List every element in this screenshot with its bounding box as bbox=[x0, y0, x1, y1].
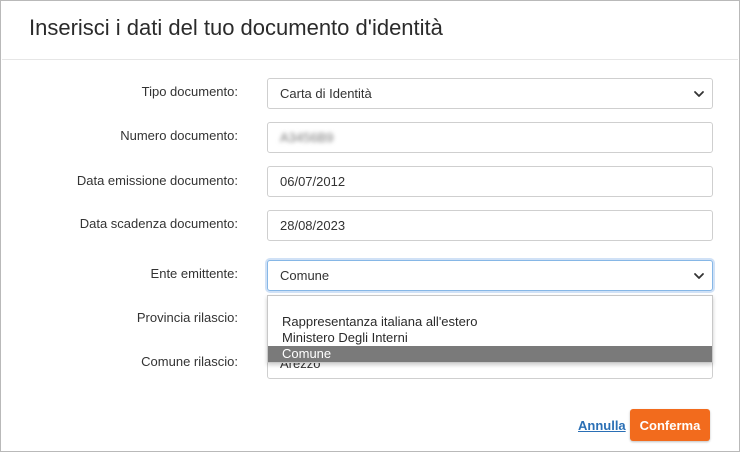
chevron-down-icon bbox=[693, 88, 705, 100]
tipo-documento-select[interactable]: Carta di Identità bbox=[267, 78, 713, 109]
data-emissione-value: 06/07/2012 bbox=[280, 174, 346, 189]
title-divider bbox=[2, 59, 738, 60]
dropdown-option-comune[interactable]: Comune bbox=[268, 346, 712, 362]
chevron-down-icon bbox=[693, 270, 705, 282]
numero-documento-input[interactable]: A3456B9 bbox=[267, 122, 713, 153]
ente-emittente-select[interactable]: Comune bbox=[267, 260, 713, 291]
dialog-title: Inserisci i dati del tuo documento d'ide… bbox=[29, 15, 443, 40]
tipo-documento-value: Carta di Identità bbox=[280, 86, 372, 101]
data-scadenza-input[interactable]: 28/08/2023 bbox=[267, 210, 713, 241]
dropdown-option-rappresentanza[interactable]: Rappresentanza italiana all'estero bbox=[268, 314, 712, 330]
confirm-button[interactable]: Conferma bbox=[630, 409, 710, 441]
ente-emittente-dropdown: Rappresentanza italiana all'estero Minis… bbox=[267, 295, 713, 363]
cancel-link[interactable]: Annulla bbox=[578, 418, 626, 433]
ente-emittente-value: Comune bbox=[280, 268, 330, 283]
dropdown-option-ministero[interactable]: Ministero Degli Interni bbox=[268, 330, 712, 346]
tipo-documento-label: Tipo documento: bbox=[141, 84, 238, 99]
data-scadenza-value: 28/08/2023 bbox=[280, 218, 346, 233]
data-emissione-input[interactable]: 06/07/2012 bbox=[267, 166, 713, 197]
ente-emittente-label: Ente emittente: bbox=[150, 266, 238, 281]
document-dialog: Inserisci i dati del tuo documento d'ide… bbox=[0, 0, 740, 452]
dropdown-option-empty[interactable] bbox=[268, 298, 712, 314]
data-scadenza-label: Data scadenza documento: bbox=[79, 216, 238, 231]
data-emissione-label: Data emissione documento: bbox=[76, 173, 238, 188]
provincia-rilascio-label: Provincia rilascio: bbox=[136, 310, 238, 325]
comune-rilascio-label: Comune rilascio: bbox=[141, 354, 238, 369]
numero-documento-label: Numero documento: bbox=[120, 128, 238, 143]
numero-documento-value: A3456B9 bbox=[280, 130, 334, 145]
